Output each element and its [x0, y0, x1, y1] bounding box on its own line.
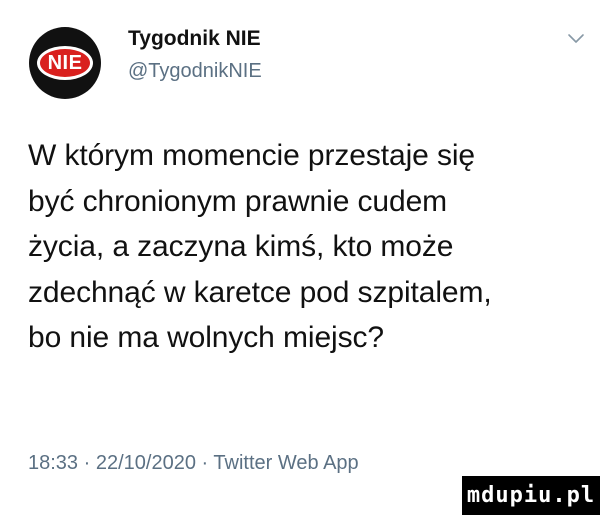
display-name[interactable]: Tygodnik NIE — [128, 27, 261, 51]
tweet-source[interactable]: Twitter Web App — [213, 452, 358, 474]
tweet-card: NIE Tygodnik NIE @TygodnikNIE W którym m… — [0, 0, 600, 515]
tweet-text-line: zdechnąć w karetce pod szpitalem, — [28, 275, 492, 309]
tweet-meta: 18:33 · 22/10/2020 · Twitter Web App — [28, 452, 359, 475]
tweet-text-line: W którym momencie przestaje się — [28, 139, 476, 172]
meta-separator: · — [83, 452, 91, 474]
chevron-down-icon[interactable] — [566, 32, 586, 46]
tweet-text-line: bo nie ma wolnych miejsc? — [28, 321, 384, 354]
user-handle[interactable]: @TygodnikNIE — [128, 60, 262, 83]
tweet-date[interactable]: 22/10/2020 — [96, 452, 196, 474]
avatar[interactable]: NIE — [29, 27, 101, 99]
nie-logo: NIE — [37, 46, 93, 80]
tweet-text-line: życia, a zaczyna kimś, kto może — [28, 230, 454, 263]
meta-separator: · — [201, 452, 209, 474]
watermark-text: mdupiu.pl — [466, 483, 596, 508]
tweet-text: W którym momencie przestaje się być chro… — [28, 133, 588, 361]
tweet-text-line: być chronionym prawnie cudem — [28, 184, 448, 218]
avatar-logo-text: NIE — [47, 52, 83, 74]
watermark: mdupiu.pl — [462, 476, 600, 515]
tweet-time[interactable]: 18:33 — [28, 452, 78, 474]
